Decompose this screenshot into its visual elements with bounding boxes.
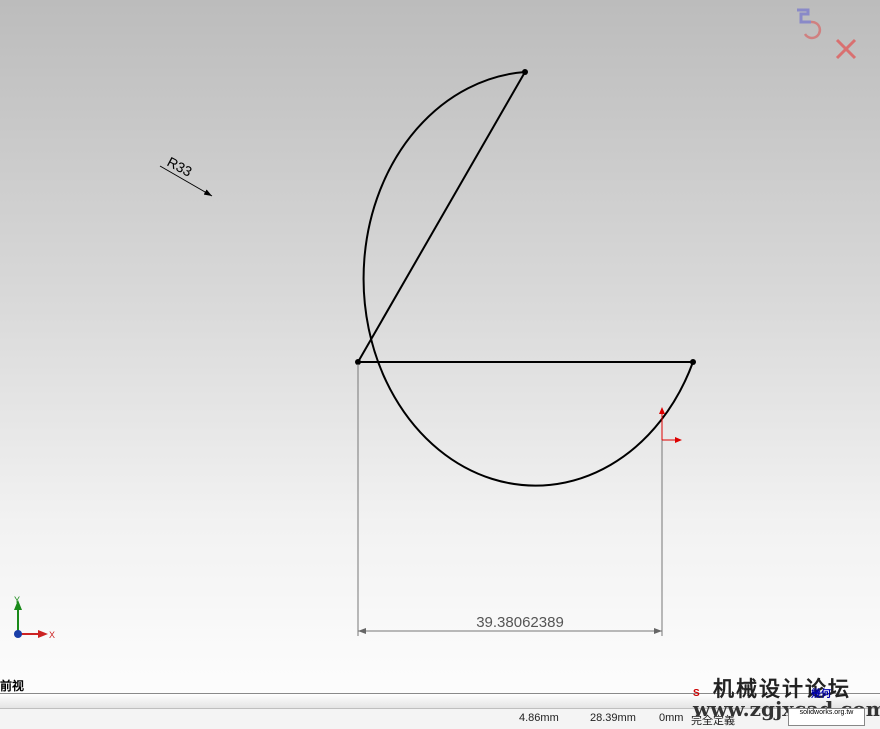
close-x-icon[interactable] (835, 38, 857, 60)
status-y-coordinate: 28.39mm (590, 712, 636, 724)
linear-dimension-text[interactable]: 39.38062389 (476, 614, 564, 631)
sketch-arc[interactable] (362, 71, 694, 487)
view-orientation-label: 前视 (0, 679, 25, 693)
cursor-crosshair-icon (659, 407, 682, 443)
status-x-coordinate: 4.86mm (519, 712, 559, 724)
status-z-coordinate: 0mm (659, 712, 684, 724)
triad-y-label: Y (14, 595, 20, 605)
watermark-badge: solidworks.org.tw (788, 708, 865, 726)
radius-dimension-text[interactable]: R33 (165, 154, 195, 180)
watermark-red-mark: S (693, 688, 700, 699)
watermark-logo: 机械设计论坛 www.zgjxcad.com S 幾何 solidworks.o… (693, 673, 880, 728)
triad-x-label: X (49, 630, 55, 640)
watermark-blue-mark: 幾何 (811, 689, 831, 700)
sketch-point-endpoint-right[interactable] (690, 359, 696, 365)
graphics-area[interactable]: R33 39.38062389 Y X (0, 0, 880, 728)
reference-triad: Y X (14, 595, 55, 640)
sketch-point-endpoint-top[interactable] (522, 69, 528, 75)
rebuild-check-icon[interactable] (794, 6, 822, 40)
radius-dimension[interactable]: R33 (159, 154, 213, 197)
sketch-line-radial-upper[interactable] (357, 71, 526, 363)
linear-dimension[interactable]: 39.38062389 (357, 364, 663, 636)
